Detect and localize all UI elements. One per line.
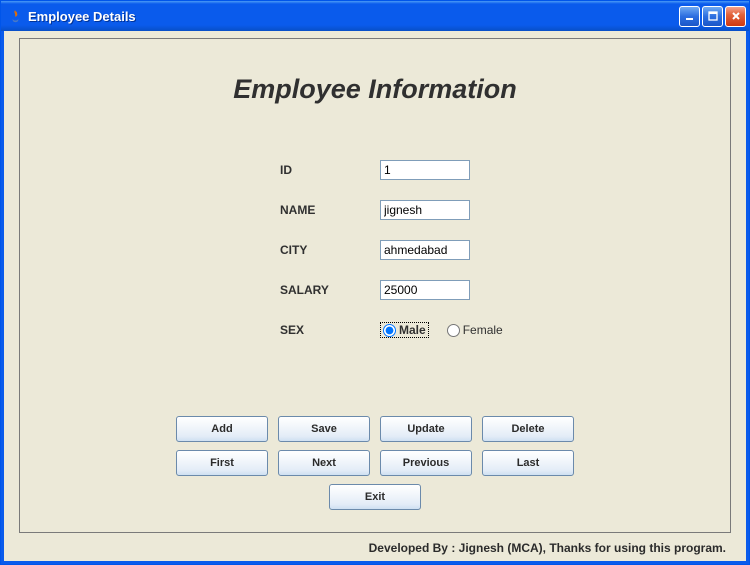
maximize-button[interactable]	[702, 6, 723, 27]
client-area: Employee Information ID NAME CITY SALARY	[1, 31, 749, 564]
row-city: CITY	[280, 239, 580, 261]
row-salary: SALARY	[280, 279, 580, 301]
java-app-icon	[7, 8, 23, 24]
close-button[interactable]	[725, 6, 746, 27]
minimize-button[interactable]	[679, 6, 700, 27]
button-row-2: First Next Previous Last	[176, 450, 574, 476]
form-area: ID NAME CITY SALARY SEX	[280, 159, 580, 359]
id-label: ID	[280, 163, 380, 177]
save-button[interactable]: Save	[278, 416, 370, 442]
row-name: NAME	[280, 199, 580, 221]
city-input[interactable]	[380, 240, 470, 260]
first-button[interactable]: First	[176, 450, 268, 476]
sex-radio-female-wrap[interactable]: Female	[447, 323, 503, 337]
update-button[interactable]: Update	[380, 416, 472, 442]
next-button[interactable]: Next	[278, 450, 370, 476]
button-row-1: Add Save Update Delete	[176, 416, 574, 442]
row-sex: SEX Male Female	[280, 319, 580, 341]
button-area: Add Save Update Delete First Next Previo…	[20, 416, 730, 510]
name-input[interactable]	[380, 200, 470, 220]
salary-input[interactable]	[380, 280, 470, 300]
titlebar[interactable]: Employee Details	[1, 1, 749, 31]
sex-radio-female-label: Female	[463, 323, 503, 337]
button-row-3: Exit	[329, 484, 421, 510]
page-title: Employee Information	[20, 74, 730, 105]
window: Employee Details Employee Information ID	[0, 0, 750, 565]
add-button[interactable]: Add	[176, 416, 268, 442]
name-label: NAME	[280, 203, 380, 217]
sex-label: SEX	[280, 323, 380, 337]
footer-text: Developed By : Jignesh (MCA), Thanks for…	[369, 541, 726, 555]
sex-radio-male[interactable]	[383, 324, 396, 337]
city-label: CITY	[280, 243, 380, 257]
window-title: Employee Details	[28, 9, 679, 24]
window-controls	[679, 6, 746, 27]
delete-button[interactable]: Delete	[482, 416, 574, 442]
sex-radio-male-label: Male	[399, 323, 426, 337]
exit-button[interactable]: Exit	[329, 484, 421, 510]
previous-button[interactable]: Previous	[380, 450, 472, 476]
id-input[interactable]	[380, 160, 470, 180]
sex-radio-male-wrap[interactable]: Male	[380, 322, 429, 338]
sex-radio-group: Male Female	[380, 322, 503, 338]
main-panel: Employee Information ID NAME CITY SALARY	[19, 38, 731, 533]
salary-label: SALARY	[280, 283, 380, 297]
last-button[interactable]: Last	[482, 450, 574, 476]
row-id: ID	[280, 159, 580, 181]
sex-radio-female[interactable]	[447, 324, 460, 337]
